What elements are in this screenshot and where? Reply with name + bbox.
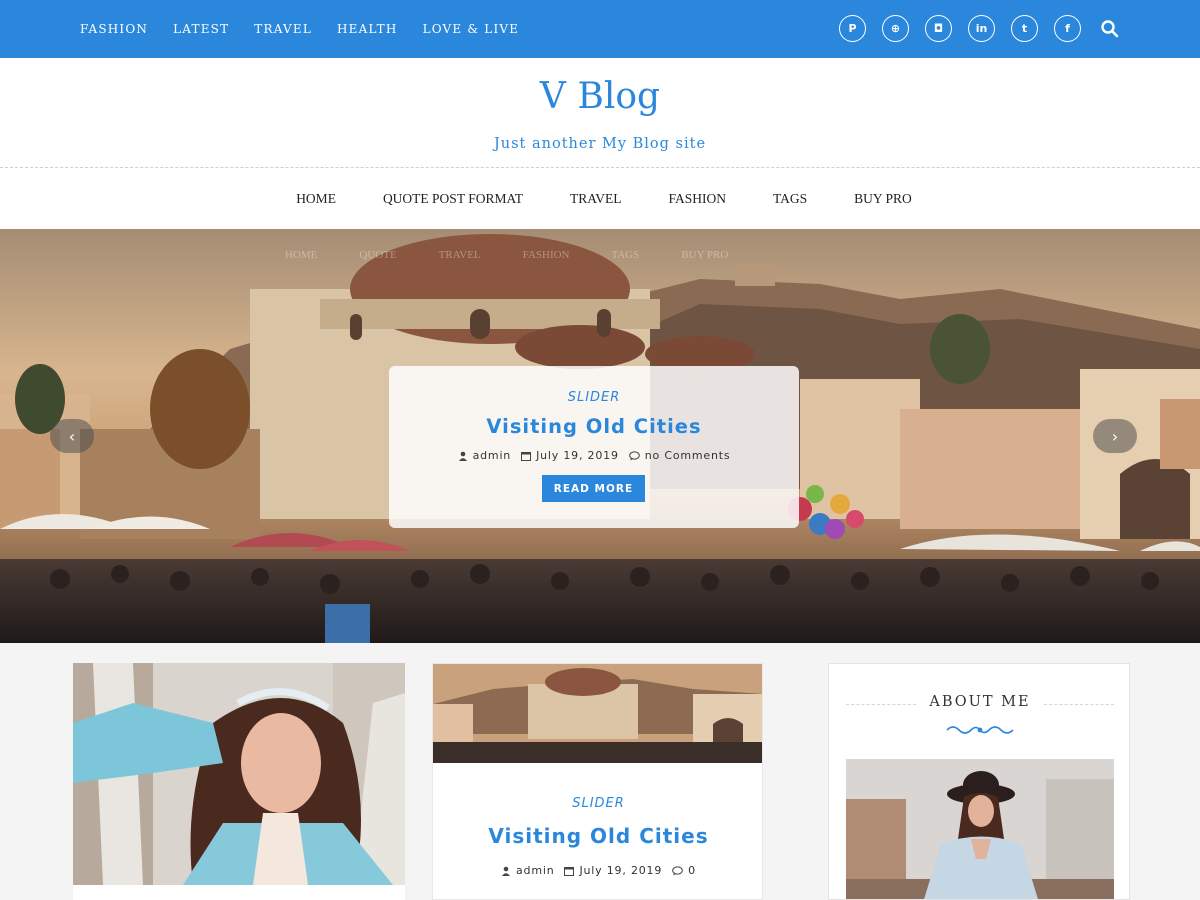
chevron-right-icon: › [1111,426,1119,446]
top-nav-fashion[interactable]: FASHION [80,22,148,36]
main-nav-quote-post-format[interactable]: QUOTE POST FORMAT [383,191,523,207]
main-nav: HOME QUOTE POST FORMAT TRAVEL FASHION TA… [0,168,1200,229]
post-meta: admin July 19, 2019 0 [433,864,762,877]
meta-comments-text: no Comments [644,449,731,462]
calendar-icon [564,866,575,876]
slider-next-button[interactable]: › [1093,419,1137,453]
meta-comments[interactable]: no Comments [628,449,731,462]
slide-caption-card: SLIDER Visiting Old Cities admin July 19… [389,366,799,528]
post-thumbnail[interactable] [433,664,763,763]
ghost-nav-item: QUOTE [359,249,397,261]
top-nav: FASHION LATEST TRAVEL HEALTH LOVE & LIVE [80,0,519,58]
site-tagline: Just another My Blog site [493,136,707,152]
post-card: SLIDER Visiting Old Cities admin July 19… [432,663,763,900]
top-nav-travel[interactable]: TRAVEL [254,22,312,36]
pinterest-icon[interactable]: P [839,15,866,42]
meta-comments[interactable]: 0 [672,864,696,877]
meta-author-text: admin [472,449,512,462]
dribbble-icon[interactable]: ⊕ [882,15,909,42]
meta-comments-text: 0 [688,864,696,877]
widget-title: ABOUT ME [929,694,1031,710]
about-me-photo[interactable] [846,759,1114,900]
meta-author[interactable]: admin [458,449,511,462]
meta-date-text: July 19, 2019 [579,864,663,877]
main-nav-home[interactable]: HOME [296,191,336,207]
slider-prev-button[interactable]: ‹ [50,419,94,453]
slide-meta: admin July 19, 2019 no Comments [389,449,799,462]
calendar-icon [521,451,532,461]
top-nav-love-live[interactable]: LOVE & LIVE [423,22,520,36]
ghost-nav-item: BUY PRO [681,249,729,261]
ghost-nav-item: FASHION [522,249,570,261]
top-nav-health[interactable]: HEALTH [337,22,398,36]
post-title[interactable]: Visiting Old Cities [433,824,762,848]
top-bar: FASHION LATEST TRAVEL HEALTH LOVE & LIVE… [0,0,1200,58]
user-icon [502,866,511,876]
site-header: V Blog Just another My Blog site [0,58,1200,168]
site-title[interactable]: V Blog [0,76,1200,117]
main-nav-travel[interactable]: TRAVEL [570,191,622,207]
top-nav-latest[interactable]: LATEST [173,22,229,36]
facebook-icon[interactable]: f [1054,15,1081,42]
post-category[interactable]: SLIDER [433,796,762,811]
comment-icon [672,865,683,875]
hero-slider: HOME QUOTE TRAVEL FASHION TAGS BUY PRO ‹… [0,229,1200,643]
main-nav-buy-pro[interactable]: BUY PRO [854,191,912,207]
ghost-nav-item: TRAVEL [438,249,481,261]
linkedin-icon[interactable]: in [968,15,995,42]
meta-date[interactable]: July 19, 2019 [521,449,619,462]
instagram-icon[interactable]: ◘ [925,15,952,42]
post-card [73,663,405,900]
read-more-button[interactable]: READ MORE [542,475,645,502]
main-nav-tags[interactable]: TAGS [773,191,807,207]
post-thumbnail[interactable] [73,663,405,885]
ghost-nav-item: HOME [285,249,318,261]
social-links: P ⊕ ◘ in t f [839,15,1081,42]
meta-date-text: July 19, 2019 [536,449,619,462]
ghost-nav-item: TAGS [611,249,640,261]
meta-date[interactable]: July 19, 2019 [564,864,662,877]
slide-title[interactable]: Visiting Old Cities [389,415,799,438]
search-icon[interactable] [1100,19,1120,39]
ghost-nav: HOME QUOTE TRAVEL FASHION TAGS BUY PRO [285,249,728,261]
ornament-icon [946,726,1014,734]
chevron-left-icon: ‹ [68,426,76,446]
meta-author-text: admin [516,864,555,877]
slide-category[interactable]: SLIDER [389,390,799,405]
sidebar-about-widget: ABOUT ME [828,663,1130,900]
meta-author[interactable]: admin [501,864,554,877]
comment-icon [628,450,640,460]
main-nav-fashion[interactable]: FASHION [668,191,726,207]
user-icon [458,451,467,461]
twitter-icon[interactable]: t [1011,15,1038,42]
